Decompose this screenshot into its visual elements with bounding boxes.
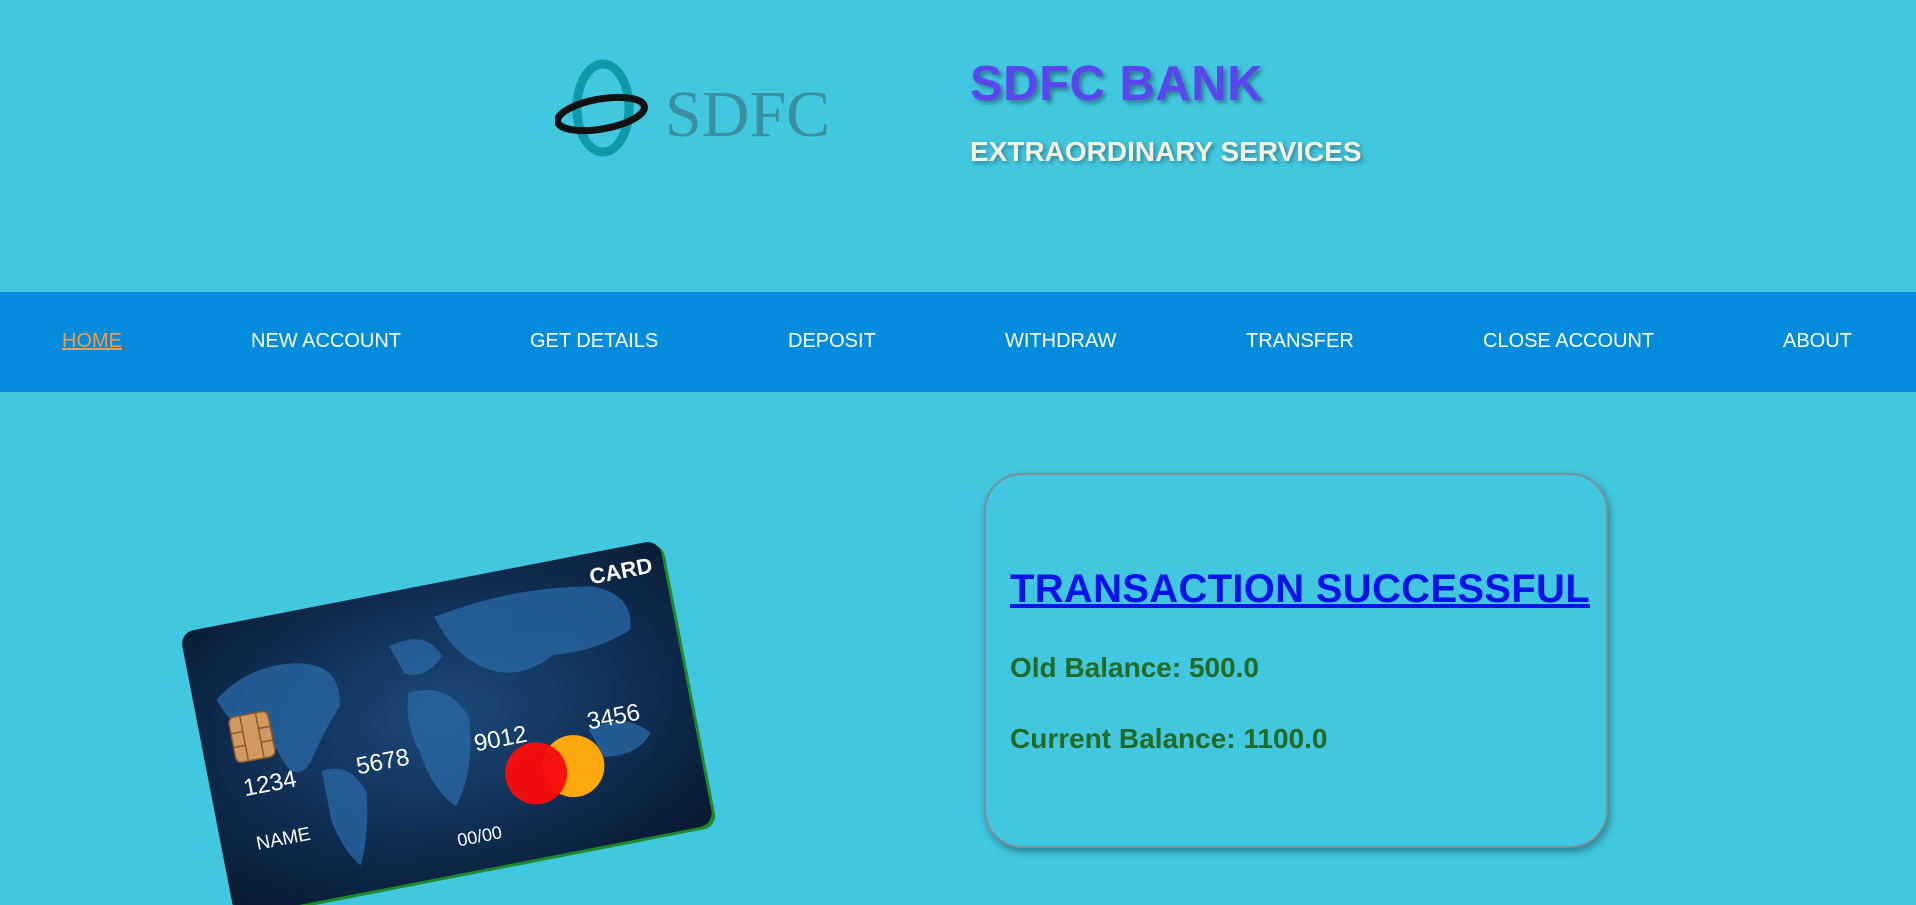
nav-deposit[interactable]: DEPOSIT: [788, 330, 876, 353]
bank-logo: SDFC: [555, 58, 845, 158]
nav-close-account[interactable]: CLOSE ACCOUNT: [1483, 330, 1654, 353]
nav-about[interactable]: ABOUT: [1783, 330, 1852, 353]
nav-transfer[interactable]: TRANSFER: [1246, 330, 1354, 353]
nav-withdraw[interactable]: WITHDRAW: [1005, 330, 1116, 353]
credit-card-image: CARD 1234 5678 9012 3456 NAME 00/00: [180, 505, 725, 905]
nav-new-account[interactable]: NEW ACCOUNT: [251, 330, 401, 353]
header: SDFC SDFC BANK EXTRAORDINARY SERVICES: [0, 0, 1916, 292]
current-balance: Current Balance: 1100.0: [1010, 723, 1328, 754]
main-nav: HOME NEW ACCOUNT GET DETAILS DEPOSIT WIT…: [0, 292, 1916, 392]
credit-card-icon: CARD 1234 5678 9012 3456 NAME 00/00: [182, 542, 716, 905]
bank-name: SDFC BANK: [970, 57, 1264, 111]
nav-home[interactable]: HOME: [62, 330, 122, 353]
transaction-status-title: TRANSACTION SUCCESSFUL: [1010, 567, 1590, 611]
bank-tagline: EXTRAORDINARY SERVICES: [970, 136, 1362, 167]
transaction-result-panel: TRANSACTION SUCCESSFUL Old Balance: 500.…: [984, 473, 1608, 848]
logo-text: SDFC: [665, 78, 830, 151]
sdfc-logo-icon: SDFC: [555, 59, 830, 157]
nav-get-details[interactable]: GET DETAILS: [530, 330, 658, 353]
old-balance: Old Balance: 500.0: [1010, 652, 1260, 683]
